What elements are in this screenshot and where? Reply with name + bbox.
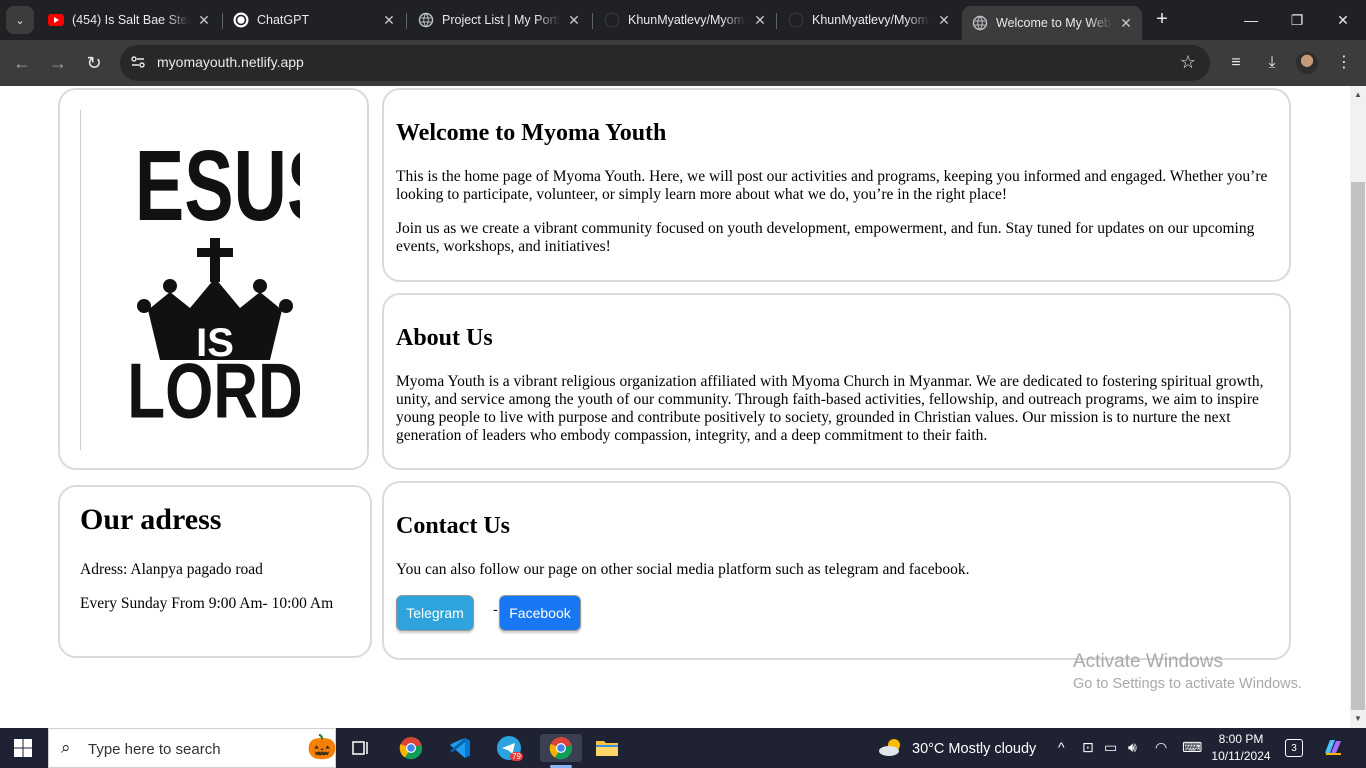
show-hidden-icons-chevron-icon[interactable]: ^ bbox=[1058, 739, 1065, 755]
github-icon bbox=[604, 12, 620, 28]
media-control-icon[interactable]: ≡ bbox=[1224, 51, 1248, 75]
system-clock[interactable]: 8:00 PM 10/11/2024 bbox=[1210, 731, 1272, 765]
profile-avatar[interactable] bbox=[1296, 52, 1318, 74]
halloween-pumpkin-icon: 🎃 bbox=[307, 734, 337, 761]
menu-kebab-icon[interactable]: ⋮ bbox=[1332, 51, 1356, 75]
tab-title: (454) Is Salt Bae Steak bbox=[72, 13, 190, 27]
site-settings-icon[interactable] bbox=[130, 54, 148, 72]
close-tab-icon[interactable]: ✕ bbox=[381, 12, 397, 29]
contact-card: Contact Us You can also follow our page … bbox=[382, 481, 1291, 660]
tab-title: KhunMyatlevy/Myoma bbox=[812, 13, 930, 27]
scroll-up-icon[interactable]: ▲ bbox=[1350, 90, 1366, 99]
jesus-is-lord-logo: JESUS IS LORD bbox=[130, 129, 300, 434]
logo-line-lord: LORD bbox=[130, 347, 300, 434]
logo-divider bbox=[80, 110, 81, 450]
close-tab-icon[interactable]: ✕ bbox=[196, 12, 212, 29]
minimize-icon[interactable]: — bbox=[1239, 8, 1263, 32]
new-tab-button[interactable]: + bbox=[1150, 8, 1174, 32]
github-icon bbox=[788, 12, 804, 28]
back-arrow-icon[interactable]: ← bbox=[10, 51, 34, 75]
welcome-card: Welcome to Myoma Youth This is the home … bbox=[382, 88, 1291, 282]
facebook-button[interactable]: Facebook bbox=[499, 595, 581, 631]
clock-date: 10/11/2024 bbox=[1211, 749, 1271, 763]
reload-icon[interactable]: ↻ bbox=[82, 51, 106, 75]
welcome-heading: Welcome to Myoma Youth bbox=[396, 120, 667, 146]
address-line: Adress: Alanpya pagado road bbox=[80, 561, 263, 578]
weather-widget[interactable]: 30°C Mostly cloudy bbox=[878, 737, 1036, 761]
contact-heading: Contact Us bbox=[396, 513, 510, 539]
telegram-badge: 79 bbox=[510, 752, 523, 761]
address-heading: Our adress bbox=[80, 503, 222, 536]
copilot-icon[interactable] bbox=[1322, 737, 1344, 760]
button-separator: - bbox=[493, 601, 498, 617]
search-icon: ⌕ bbox=[61, 738, 71, 757]
globe-icon bbox=[972, 15, 988, 31]
close-tab-icon[interactable]: ✕ bbox=[566, 12, 582, 29]
download-icon[interactable]: ⤓ bbox=[1260, 51, 1284, 75]
telegram-button[interactable]: Telegram bbox=[396, 595, 474, 631]
notification-center-icon[interactable]: 3 bbox=[1285, 739, 1303, 757]
youtube-icon bbox=[48, 12, 64, 28]
tab-github-2[interactable]: KhunMyatlevy/Myoma ✕ bbox=[778, 6, 960, 34]
tab-title: KhunMyatlevy/Myoma bbox=[628, 13, 746, 27]
close-tab-icon[interactable]: ✕ bbox=[936, 12, 952, 29]
scroll-thumb[interactable] bbox=[1351, 182, 1365, 710]
clock-time: 8:00 PM bbox=[1218, 732, 1264, 746]
tab-welcome-active[interactable]: Welcome to My Website ✕ bbox=[962, 6, 1142, 40]
tab-title: ChatGPT bbox=[257, 13, 310, 27]
task-view-icon[interactable] bbox=[346, 734, 376, 762]
search-placeholder: Type here to search bbox=[88, 741, 221, 758]
tab-project-list[interactable]: Project List | My Portfolio ✕ bbox=[408, 6, 590, 34]
tab-bar: ⌄ (454) Is Salt Bae Steak ✕ ChatGPT ✕ Pr… bbox=[0, 0, 1366, 40]
welcome-paragraph-1: This is the home page of Myoma Youth. He… bbox=[396, 168, 1268, 203]
about-paragraph: Myoma Youth is a vibrant religious organ… bbox=[396, 373, 1264, 444]
volume-icon[interactable]: 🔊︎ bbox=[1128, 739, 1137, 756]
windows-taskbar: ⌕ Type here to search 🎃 79 30°C Mostly c… bbox=[0, 728, 1366, 768]
about-heading: About Us bbox=[396, 325, 493, 351]
welcome-paragraph-2: Join us as we create a vibrant community… bbox=[396, 220, 1255, 255]
logo-card: JESUS IS LORD bbox=[58, 88, 369, 470]
language-input-icon[interactable]: ⌨︎ bbox=[1182, 739, 1202, 756]
tab-github-1[interactable]: KhunMyatlevy/Myoma ✕ bbox=[594, 6, 776, 34]
close-tab-icon[interactable]: ✕ bbox=[1118, 15, 1134, 32]
chrome-app-icon[interactable] bbox=[396, 734, 426, 762]
tab-title: Welcome to My Website bbox=[996, 16, 1112, 30]
close-window-icon[interactable]: ✕ bbox=[1331, 8, 1355, 32]
chatgpt-icon bbox=[233, 12, 249, 28]
windows-start-icon[interactable] bbox=[14, 739, 32, 762]
file-explorer-icon[interactable] bbox=[592, 734, 622, 762]
tab-search-button[interactable]: ⌄ bbox=[6, 6, 34, 34]
address-card: Our adress Adress: Alanpya pagado road E… bbox=[58, 485, 372, 658]
browser-toolbar: ← → ↻ myomayouth.netlify.app ☆ ≡ ⤓ ⋮ bbox=[0, 40, 1366, 86]
forward-arrow-icon[interactable]: → bbox=[46, 51, 70, 75]
taskbar-search-box[interactable]: ⌕ Type here to search 🎃 bbox=[48, 728, 337, 768]
tab-chatgpt[interactable]: ChatGPT ✕ bbox=[223, 6, 405, 34]
cloudy-weather-icon bbox=[878, 737, 904, 761]
globe-icon bbox=[418, 12, 434, 28]
service-time: Every Sunday From 9:00 Am- 10:00 Am bbox=[80, 595, 334, 612]
vscode-app-icon[interactable] bbox=[445, 734, 475, 762]
tab-youtube[interactable]: (454) Is Salt Bae Steak ✕ bbox=[38, 6, 220, 34]
page-scrollbar[interactable]: ▲ ▼ bbox=[1350, 86, 1366, 728]
telegram-app-icon[interactable]: 79 bbox=[494, 734, 524, 762]
url-text: myomayouth.netlify.app bbox=[157, 54, 304, 70]
close-tab-icon[interactable]: ✕ bbox=[752, 12, 768, 29]
activate-windows-subtitle: Go to Settings to activate Windows. bbox=[1073, 676, 1302, 692]
scroll-down-icon[interactable]: ▼ bbox=[1350, 714, 1366, 723]
about-card: About Us Myoma Youth is a vibrant religi… bbox=[382, 293, 1291, 470]
activate-windows-title: Activate Windows bbox=[1073, 651, 1223, 672]
weather-text: 30°C Mostly cloudy bbox=[912, 741, 1037, 757]
address-bar[interactable]: myomayouth.netlify.app ☆ bbox=[120, 45, 1210, 81]
contact-paragraph: You can also follow our page on other so… bbox=[396, 561, 970, 578]
bookmark-star-icon[interactable]: ☆ bbox=[1180, 52, 1196, 73]
page-viewport: JESUS IS LORD Welcome to Myoma Youth Thi… bbox=[0, 86, 1350, 728]
meet-now-icon[interactable]: ⊡ bbox=[1082, 739, 1094, 756]
wifi-icon[interactable]: ◠ bbox=[1155, 739, 1167, 756]
restore-icon[interactable]: ❐ bbox=[1285, 8, 1309, 32]
logo-line-jesus: JESUS bbox=[130, 129, 300, 242]
chrome-active-app-icon[interactable] bbox=[540, 734, 582, 768]
battery-icon[interactable]: ▭ bbox=[1104, 739, 1117, 756]
tab-title: Project List | My Portfolio bbox=[442, 13, 560, 27]
